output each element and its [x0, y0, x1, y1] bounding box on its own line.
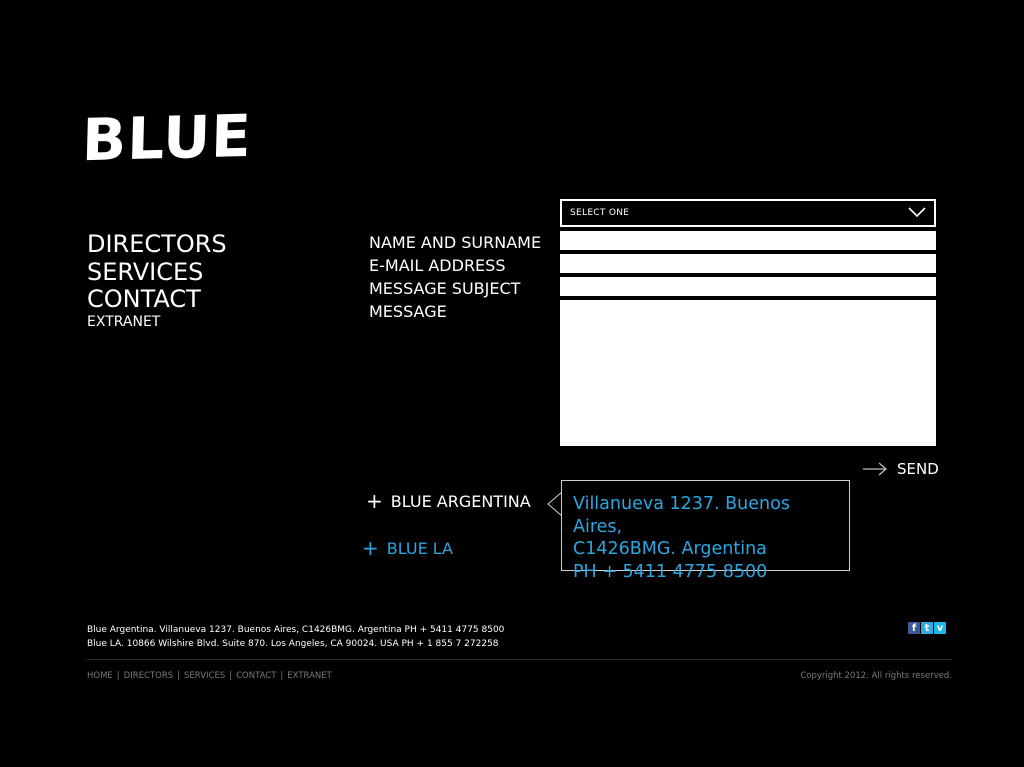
office-phone: PH + 5411 4775 8500 [573, 561, 768, 582]
nav-directors[interactable]: DIRECTORS [87, 230, 227, 259]
office-blue-la[interactable]: + BLUE LA [362, 538, 453, 558]
subject-label: MESSAGE SUBJECT [369, 279, 521, 298]
office-label: BLUE ARGENTINA [390, 491, 531, 511]
send-button[interactable]: SEND [862, 458, 939, 480]
office-address-popup: Villanueva 1237. Buenos Aires, C1426BMG.… [561, 480, 850, 582]
address-line-1: Villanueva 1237. Buenos Aires, [573, 494, 790, 537]
message-textarea[interactable] [560, 300, 936, 446]
facebook-icon[interactable]: f [908, 622, 920, 634]
nav-extranet[interactable]: EXTRANET [87, 314, 227, 331]
email-input[interactable] [560, 254, 936, 273]
name-label: NAME AND SURNAME [369, 233, 542, 252]
plus-icon: + [362, 536, 379, 560]
select-placeholder: SELECT ONE [570, 208, 630, 218]
plus-icon: + [366, 489, 383, 513]
office-blue-argentina[interactable]: + BLUE ARGENTINA [366, 491, 531, 511]
address-line-2: C1426BMG. Argentina [573, 539, 767, 559]
message-label: MESSAGE [369, 302, 447, 321]
footer-link-extranet[interactable]: EXTRANET [287, 671, 332, 681]
footer-divider [87, 659, 952, 660]
footer-link-contact[interactable]: CONTACT [236, 671, 276, 681]
email-label: E-MAIL ADDRESS [369, 256, 506, 275]
send-label: SEND [897, 460, 939, 478]
twitter-icon[interactable]: t [921, 622, 933, 634]
form-labels: NAME AND SURNAME E-MAIL ADDRESS MESSAGE … [369, 231, 541, 323]
main-nav: DIRECTORS SERVICES CONTACT EXTRANET [87, 230, 227, 331]
copyright: Copyright 2012. All rights reserved. [800, 671, 952, 681]
department-select[interactable]: SELECT ONE [560, 199, 936, 227]
footer-address-la: Blue LA. 10866 Wilshire Blvd. Suite 870.… [87, 639, 499, 649]
office-label: BLUE LA [386, 538, 453, 558]
social-links: f t v [908, 622, 946, 634]
nav-services[interactable]: SERVICES [87, 258, 227, 287]
footer-link-services[interactable]: SERVICES [184, 671, 225, 681]
footer-addresses: Blue Argentina. Villanueva 1237. Buenos … [87, 623, 504, 651]
chevron-down-icon [908, 207, 926, 218]
blue-logo[interactable]: BLUE [81, 102, 253, 175]
nav-contact[interactable]: CONTACT [87, 285, 227, 314]
footer-link-directors[interactable]: DIRECTORS [124, 671, 173, 681]
name-input[interactable] [560, 231, 936, 250]
vimeo-icon[interactable]: v [934, 622, 946, 634]
footer-nav: HOME | DIRECTORS | SERVICES | CONTACT | EXTRANET [87, 671, 332, 681]
footer-link-home[interactable]: HOME [87, 671, 113, 681]
arrow-right-icon [863, 462, 887, 476]
subject-input[interactable] [560, 277, 936, 296]
footer-address-argentina: Blue Argentina. Villanueva 1237. Buenos … [87, 625, 505, 635]
